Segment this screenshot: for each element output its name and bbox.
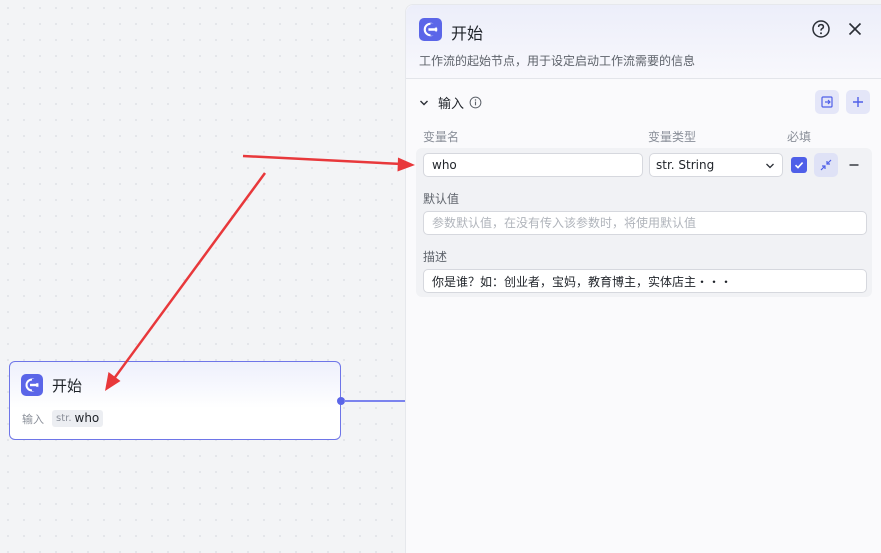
default-value-input[interactable]: [423, 211, 867, 235]
column-header-name: 变量名: [423, 130, 460, 144]
minus-icon: [849, 164, 859, 166]
input-variable-chip: str. who: [52, 410, 104, 427]
variable-name-input[interactable]: [423, 153, 643, 177]
input-section-header[interactable]: 输入: [418, 93, 482, 112]
default-value-label: 默认值: [423, 192, 460, 206]
input-variable-name: who: [74, 411, 100, 425]
import-icon: [821, 96, 833, 108]
input-variable-type: str.: [56, 412, 72, 424]
panel-title: 开始: [451, 24, 484, 43]
panel-description: 工作流的起始节点，用于设定启动工作流需要的信息: [419, 54, 696, 68]
node-config-panel: 开始 工作流的起始节点，用于设定启动工作流需要的信息 输入 变量名 变量类型 必…: [405, 4, 881, 553]
chevron-down-icon: [766, 163, 774, 169]
column-header-type: 变量类型: [648, 130, 697, 144]
column-header-required: 必填: [787, 130, 812, 144]
input-section-title: 输入: [438, 97, 465, 112]
required-checkbox[interactable]: [791, 157, 807, 173]
help-icon[interactable]: [811, 19, 831, 39]
plus-icon: [853, 97, 863, 107]
panel-header: 开始 工作流的起始节点，用于设定启动工作流需要的信息: [406, 5, 881, 79]
start-node-input-label: 输入: [22, 412, 44, 426]
variable-type-select[interactable]: str. String: [649, 153, 783, 177]
variable-type-value: str. String: [656, 158, 715, 172]
description-label: 描述: [423, 250, 448, 264]
add-variable-button[interactable]: [846, 90, 870, 114]
node-edge: [344, 400, 406, 402]
close-icon[interactable]: [846, 20, 864, 38]
chevron-down-icon[interactable]: [418, 97, 430, 109]
description-input[interactable]: [423, 269, 867, 293]
remove-variable-button[interactable]: [845, 156, 863, 174]
collapse-icon: [820, 159, 832, 171]
check-icon: [794, 162, 804, 169]
info-icon[interactable]: [469, 96, 482, 109]
start-node[interactable]: 开始 输入 str. who: [9, 361, 341, 440]
import-variable-button[interactable]: [815, 90, 839, 114]
start-panel-icon: [419, 18, 442, 41]
start-node-icon: [21, 374, 43, 396]
start-node-title: 开始: [52, 377, 83, 395]
collapse-row-button[interactable]: [814, 153, 838, 177]
